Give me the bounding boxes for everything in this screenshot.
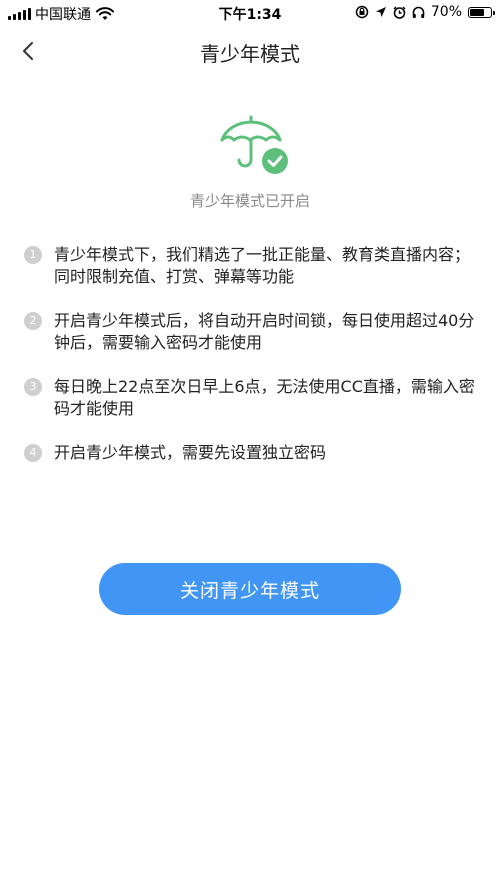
- close-teen-mode-button[interactable]: 关闭青少年模式: [99, 563, 401, 615]
- list-item: 4 开启青少年模式，需要先设置独立密码: [24, 442, 476, 464]
- rule-text: 青少年模式下，我们精选了一批正能量、教育类直播内容；同时限制充值、打赏、弹幕等功…: [54, 245, 471, 286]
- location-icon: [375, 7, 386, 17]
- status-right: 70%: [355, 4, 495, 20]
- rules-list: 1 青少年模式下，我们精选了一批正能量、教育类直播内容；同时限制充值、打赏、弹幕…: [24, 244, 476, 486]
- list-item: 2 开启青少年模式后，将自动开启时间锁，每日使用超过40分钟后，需要输入密码才能…: [24, 310, 476, 354]
- rule-text: 开启青少年模式，需要先设置独立密码: [54, 443, 327, 462]
- rule-text: 每日晚上22点至次日早上6点，无法使用CC直播，需输入密码才能使用: [54, 377, 475, 418]
- number-badge: 3: [24, 378, 42, 396]
- battery-percent: 70%: [430, 4, 462, 20]
- rotation-lock-icon: [355, 5, 369, 19]
- headphones-icon: [412, 6, 425, 18]
- nav-bar: 青少年模式: [0, 26, 500, 76]
- list-item: 1 青少年模式下，我们精选了一批正能量、教育类直播内容；同时限制充值、打赏、弹幕…: [24, 244, 476, 288]
- status-bar: 中国联通 下午1:34 70%: [0, 0, 500, 26]
- list-item: 3 每日晚上22点至次日早上6点，无法使用CC直播，需输入密码才能使用: [24, 376, 476, 420]
- page-title: 青少年模式: [200, 42, 300, 66]
- number-badge: 4: [24, 444, 42, 462]
- mode-status-text: 青少年模式已开启: [189, 192, 310, 210]
- number-badge: 2: [24, 312, 42, 330]
- battery-icon: [468, 6, 495, 18]
- umbrella-check-icon: [220, 115, 288, 174]
- number-badge: 1: [24, 246, 42, 264]
- alarm-icon: [393, 6, 406, 19]
- rule-text: 开启青少年模式后，将自动开启时间锁，每日使用超过40分钟后，需要输入密码才能使用: [54, 311, 475, 352]
